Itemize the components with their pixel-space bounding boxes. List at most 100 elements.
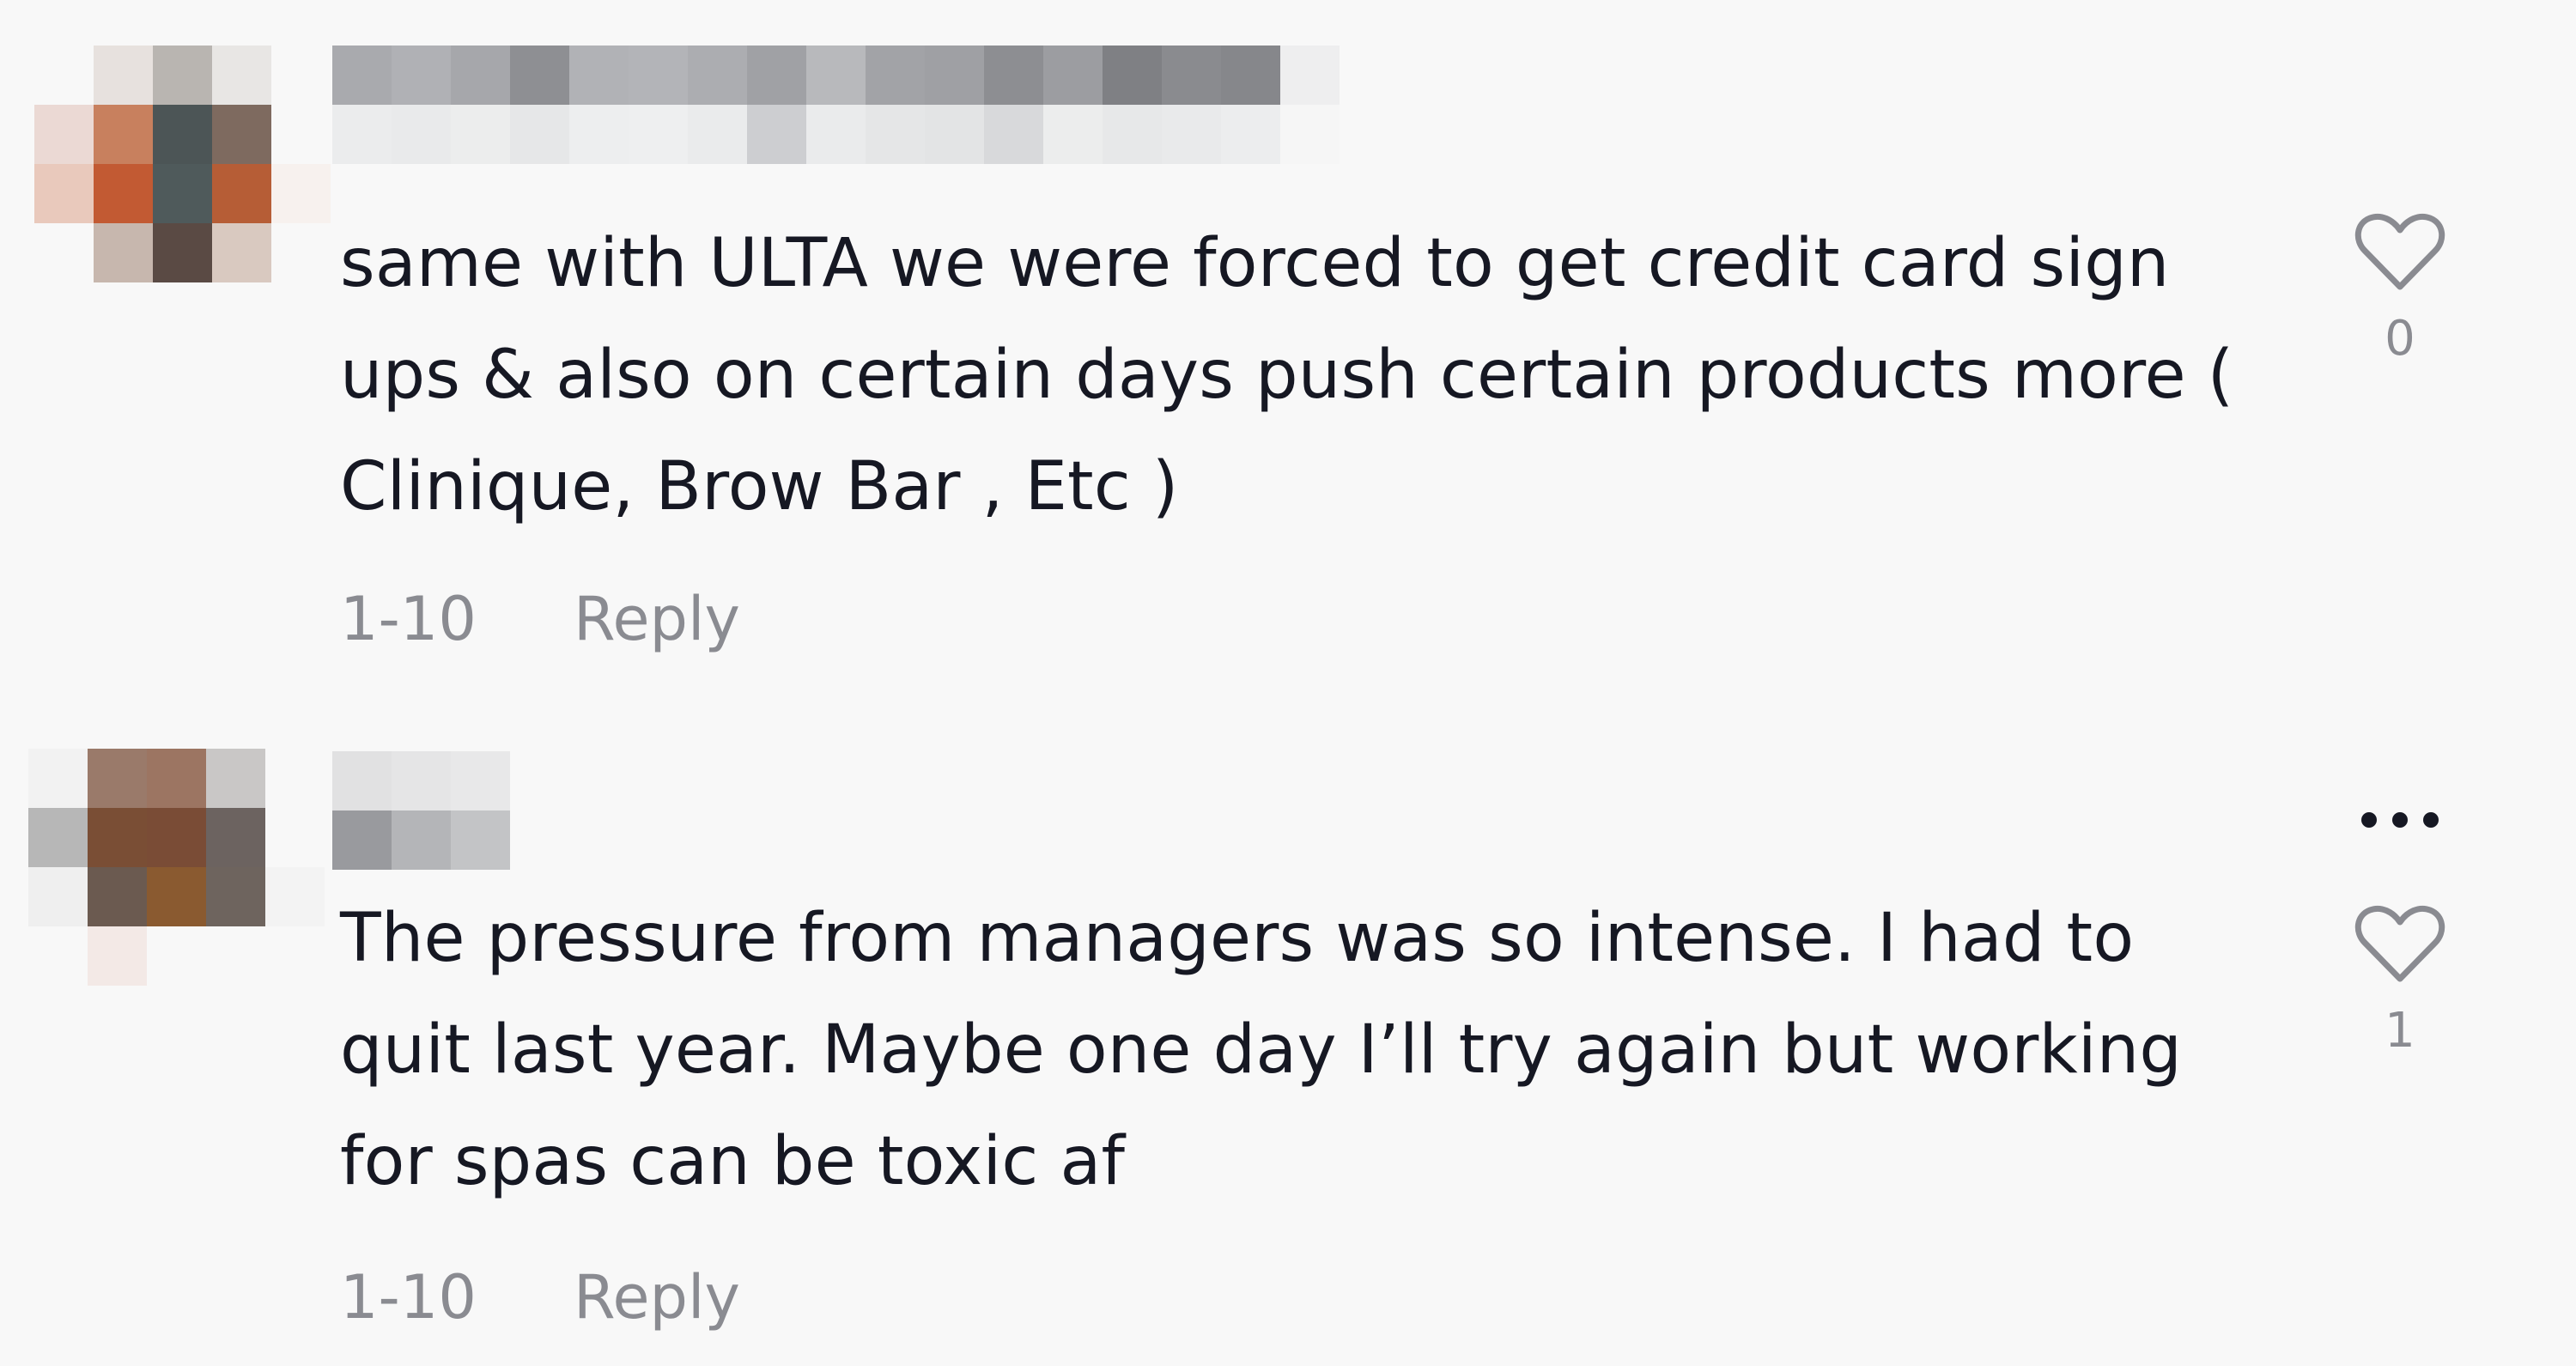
- avatar-pixel: [28, 749, 88, 808]
- avatar-pixel: [206, 926, 265, 986]
- username-pixel: [629, 105, 688, 164]
- avatar[interactable]: [34, 46, 331, 342]
- avatar-pixel: [88, 986, 147, 1045]
- username-pixel: [629, 46, 688, 105]
- username-pixel: [688, 46, 747, 105]
- username-pixel: [392, 751, 451, 810]
- username-pixel: [1043, 105, 1103, 164]
- avatar-pixel: [88, 749, 147, 808]
- username-pixel: [451, 46, 510, 105]
- username-pixel: [806, 46, 866, 105]
- avatar-pixel: [212, 46, 271, 105]
- avatar-pixel: [34, 164, 94, 223]
- comment-actions: 1: [2344, 790, 2456, 1059]
- avatar-pixel: [212, 223, 271, 282]
- avatar-pixel: [147, 808, 206, 867]
- avatar-pixel: [88, 926, 147, 986]
- username-pixel: [451, 810, 510, 870]
- username-pixel: [1103, 46, 1162, 105]
- username-pixel: [866, 46, 925, 105]
- avatar-pixel: [28, 926, 88, 986]
- avatar-pixel: [94, 164, 153, 223]
- avatar-pixel: [206, 867, 265, 926]
- username-pixel: [392, 810, 451, 870]
- comment-meta: 1-10 Reply: [340, 584, 740, 654]
- comment-actions: 0: [2344, 208, 2456, 367]
- avatar-pixel: [212, 164, 271, 223]
- username-pixel: [569, 46, 629, 105]
- avatar-pixel: [271, 223, 331, 282]
- comment-item: The pressure from managers was so intens…: [0, 687, 2576, 1366]
- avatar[interactable]: [28, 749, 325, 1045]
- comment-date: 1-10: [340, 1262, 477, 1333]
- comment-date: 1-10: [340, 584, 477, 654]
- username-pixel: [747, 46, 806, 105]
- avatar-pixel: [206, 986, 265, 1045]
- username-pixel: [451, 105, 510, 164]
- username-redacted[interactable]: [332, 46, 1340, 164]
- comment-text: The pressure from managers was so intens…: [340, 900, 2183, 1200]
- username-pixel: [866, 105, 925, 164]
- avatar-pixel: [271, 282, 331, 342]
- username-pixel: [1280, 46, 1340, 105]
- heart-outline-icon[interactable]: [2353, 900, 2447, 986]
- avatar-pixel: [147, 867, 206, 926]
- comment-text: same with ULTA we were forced to get cre…: [340, 225, 2234, 525]
- avatar-pixel: [94, 282, 153, 342]
- avatar-pixel: [265, 867, 325, 926]
- avatar-pixel: [153, 282, 212, 342]
- more-options-icon[interactable]: [2361, 790, 2439, 850]
- avatar-pixel: [88, 808, 147, 867]
- username-pixel: [332, 810, 392, 870]
- username-pixel: [1221, 105, 1280, 164]
- username-pixel: [332, 105, 392, 164]
- comment-meta: 1-10 Reply: [340, 1262, 740, 1333]
- avatar-pixel: [212, 282, 271, 342]
- avatar-pixel: [153, 223, 212, 282]
- comment-item: same with ULTA we were forced to get cre…: [0, 0, 2576, 687]
- more-dot: [2392, 812, 2408, 828]
- username-pixel: [984, 46, 1043, 105]
- username-redacted[interactable]: [332, 751, 510, 870]
- username-pixel: [332, 46, 392, 105]
- reply-button[interactable]: Reply: [574, 584, 740, 654]
- username-pixel: [569, 105, 629, 164]
- username-pixel: [510, 46, 569, 105]
- username-pixel: [1280, 105, 1340, 164]
- username-pixel: [688, 105, 747, 164]
- username-pixel: [1043, 46, 1103, 105]
- avatar-pixel: [265, 808, 325, 867]
- username-pixel: [806, 105, 866, 164]
- avatar-pixel: [28, 867, 88, 926]
- avatar-pixel: [34, 105, 94, 164]
- username-pixel: [392, 46, 451, 105]
- avatar-pixel: [265, 749, 325, 808]
- avatar-pixel: [88, 867, 147, 926]
- avatar-pixel: [147, 986, 206, 1045]
- username-pixel: [1162, 105, 1221, 164]
- avatar-pixel: [206, 749, 265, 808]
- avatar-pixel: [147, 749, 206, 808]
- avatar-pixel: [28, 986, 88, 1045]
- username-pixel: [1162, 46, 1221, 105]
- avatar-pixel: [34, 282, 94, 342]
- avatar-pixel: [153, 164, 212, 223]
- like-count: 1: [2385, 1003, 2415, 1059]
- avatar-pixel: [34, 223, 94, 282]
- avatar-pixel: [271, 105, 331, 164]
- avatar-pixel: [147, 926, 206, 986]
- username-pixel: [925, 105, 984, 164]
- username-pixel: [1103, 105, 1162, 164]
- avatar-pixel: [271, 164, 331, 223]
- username-pixel: [747, 105, 806, 164]
- avatar-pixel: [265, 986, 325, 1045]
- avatar-pixel: [94, 223, 153, 282]
- avatar-pixel: [94, 46, 153, 105]
- avatar-pixel: [206, 808, 265, 867]
- more-dot: [2361, 812, 2377, 828]
- heart-outline-icon[interactable]: [2353, 208, 2447, 294]
- username-pixel: [1221, 46, 1280, 105]
- username-pixel: [925, 46, 984, 105]
- reply-button[interactable]: Reply: [574, 1262, 740, 1333]
- comments-list: same with ULTA we were forced to get cre…: [0, 0, 2576, 1366]
